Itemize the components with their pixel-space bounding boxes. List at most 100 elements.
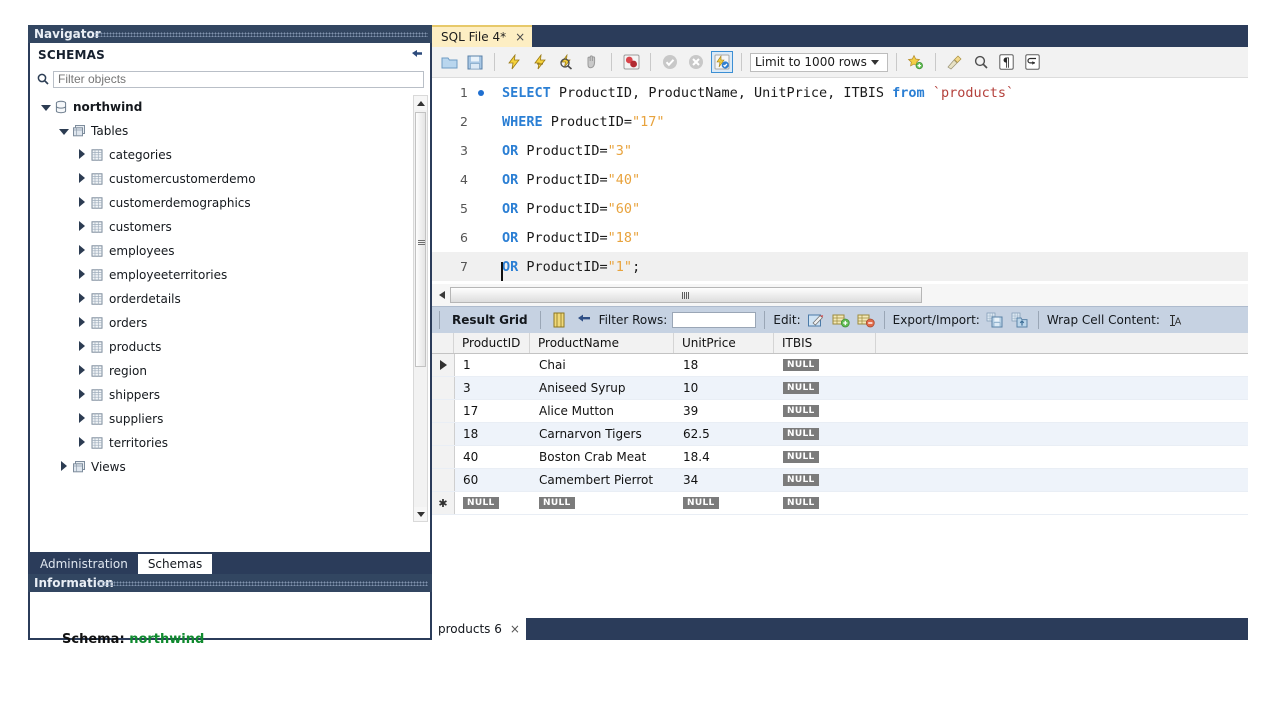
limit-rows-select[interactable]: Limit to 1000 rows: [750, 52, 888, 72]
chevron-right-icon[interactable]: [56, 460, 72, 474]
result-set-tabs[interactable]: products 6 ×: [432, 618, 1248, 640]
stop-statement-icon[interactable]: [581, 51, 603, 73]
table-cell[interactable]: 40: [455, 446, 531, 468]
result-tab-products[interactable]: products 6 ×: [432, 618, 526, 640]
navigator-vertical-scrollbar[interactable]: [413, 95, 428, 522]
refresh-grid-icon[interactable]: [574, 310, 594, 330]
code-line-6[interactable]: 6 OR ProductID="18": [432, 223, 1248, 252]
new-row-selector[interactable]: ✱: [432, 492, 455, 514]
tree-item-categories[interactable]: categories: [30, 143, 430, 167]
table-cell[interactable]: Aniseed Syrup: [531, 377, 675, 399]
scroll-left-icon[interactable]: [434, 287, 450, 303]
chevron-right-icon[interactable]: [74, 172, 90, 186]
chevron-right-icon[interactable]: [74, 220, 90, 234]
code-line-4[interactable]: 4 OR ProductID="40": [432, 165, 1248, 194]
chevron-right-icon[interactable]: [74, 292, 90, 306]
beautify-query-icon[interactable]: [944, 51, 966, 73]
chevron-right-icon[interactable]: [74, 316, 90, 330]
chevron-down-icon[interactable]: [56, 124, 72, 138]
chevron-right-icon[interactable]: [74, 364, 90, 378]
editor-horizontal-scrollbar[interactable]: [432, 284, 1248, 306]
save-sql-script-icon[interactable]: [464, 51, 486, 73]
row-selector[interactable]: [432, 423, 455, 445]
tree-item-employees[interactable]: employees: [30, 239, 430, 263]
chevron-right-icon[interactable]: [74, 340, 90, 354]
close-icon[interactable]: ×: [515, 30, 525, 44]
nav-tab-schemas[interactable]: Schemas: [137, 554, 213, 574]
table-cell[interactable]: Alice Mutton: [531, 400, 675, 422]
rollback-icon[interactable]: [685, 51, 707, 73]
chevron-down-icon[interactable]: [38, 100, 54, 114]
explain-statement-icon[interactable]: [555, 51, 577, 73]
table-row[interactable]: 60 Camembert Pierrot 34 NULL: [432, 469, 1248, 492]
table-cell[interactable]: NULL: [675, 492, 775, 514]
tree-item-customers[interactable]: customers: [30, 215, 430, 239]
execute-statement-icon[interactable]: [503, 51, 525, 73]
table-cell[interactable]: 34: [675, 469, 775, 491]
table-cell[interactable]: 10: [675, 377, 775, 399]
table-row[interactable]: 3 Aniseed Syrup 10 NULL: [432, 377, 1248, 400]
column-header-productid[interactable]: ProductID: [454, 333, 530, 353]
code-line-1[interactable]: 1 SELECT ProductID, ProductName, UnitPric…: [432, 78, 1248, 107]
tree-item-region[interactable]: region: [30, 359, 430, 383]
navigator-tabs[interactable]: Administration Schemas: [30, 552, 430, 574]
table-cell[interactable]: NULL: [775, 492, 877, 514]
code-line-2[interactable]: 2 WHERE ProductID="17": [432, 107, 1248, 136]
tree-item-northwind[interactable]: northwind: [30, 95, 430, 119]
table-cell[interactable]: NULL: [775, 446, 877, 468]
table-cell[interactable]: Boston Crab Meat: [531, 446, 675, 468]
scrollbar-thumb[interactable]: [450, 287, 922, 303]
commit-icon[interactable]: [659, 51, 681, 73]
open-sql-script-icon[interactable]: [438, 51, 460, 73]
chevron-right-icon[interactable]: [74, 148, 90, 162]
scrollbar-thumb[interactable]: [415, 112, 426, 367]
row-selector[interactable]: [432, 377, 455, 399]
column-header-itbis[interactable]: ITBIS: [774, 333, 876, 353]
row-selector[interactable]: [432, 469, 455, 491]
table-cell[interactable]: NULL: [455, 492, 531, 514]
tree-item-orderdetails[interactable]: orderdetails: [30, 287, 430, 311]
table-cell[interactable]: 62.5: [675, 423, 775, 445]
result-grid[interactable]: ProductID ProductName UnitPrice ITBIS 1 Chai…: [432, 333, 1248, 515]
grid-view-icon[interactable]: [549, 310, 569, 330]
new-row[interactable]: ✱ NULL NULL NULL NULL: [432, 492, 1248, 515]
table-cell[interactable]: NULL: [775, 423, 877, 445]
table-cell[interactable]: Camembert Pierrot: [531, 469, 675, 491]
chevron-right-icon[interactable]: [74, 268, 90, 282]
find-icon[interactable]: [970, 51, 992, 73]
table-cell[interactable]: NULL: [775, 469, 877, 491]
row-selector[interactable]: [432, 446, 455, 468]
table-cell[interactable]: 17: [455, 400, 531, 422]
schema-tree[interactable]: northwind Tables categories customercustome…: [30, 95, 430, 552]
tree-item-customerdemographics[interactable]: customerdemographics: [30, 191, 430, 215]
table-cell[interactable]: NULL: [775, 354, 877, 376]
tree-item-views[interactable]: Views: [30, 455, 430, 479]
filter-rows-input[interactable]: [672, 312, 757, 328]
statement-marker-icon[interactable]: [474, 89, 488, 96]
refresh-icon[interactable]: [410, 48, 424, 62]
chevron-down-icon[interactable]: [867, 53, 883, 72]
row-selector[interactable]: [432, 354, 455, 376]
tree-item-employeeterritories[interactable]: employeeterritories: [30, 263, 430, 287]
tab-sql-file-4[interactable]: SQL File 4* ×: [432, 25, 533, 47]
tree-item-products[interactable]: products: [30, 335, 430, 359]
chevron-right-icon[interactable]: [74, 196, 90, 210]
close-icon[interactable]: ×: [510, 622, 520, 636]
insert-row-icon[interactable]: [831, 310, 851, 330]
table-cell[interactable]: 1: [455, 354, 531, 376]
toggle-word-wrap-icon[interactable]: [1022, 51, 1044, 73]
code-line-7[interactable]: 7 OR ProductID="1";: [432, 252, 1248, 281]
column-header-unitprice[interactable]: UnitPrice: [674, 333, 774, 353]
code-line-5[interactable]: 5 OR ProductID="60": [432, 194, 1248, 223]
table-cell[interactable]: NULL: [531, 492, 675, 514]
chevron-right-icon[interactable]: [74, 388, 90, 402]
table-cell[interactable]: 18: [675, 354, 775, 376]
table-row[interactable]: 18 Carnarvon Tigers 62.5 NULL: [432, 423, 1248, 446]
execute-current-statement-icon[interactable]: [529, 51, 551, 73]
edit-row-icon[interactable]: [806, 310, 826, 330]
delete-row-icon[interactable]: [856, 310, 876, 330]
table-cell[interactable]: NULL: [775, 377, 877, 399]
table-row[interactable]: 40 Boston Crab Meat 18.4 NULL: [432, 446, 1248, 469]
table-cell[interactable]: 18.4: [675, 446, 775, 468]
table-cell[interactable]: 18: [455, 423, 531, 445]
